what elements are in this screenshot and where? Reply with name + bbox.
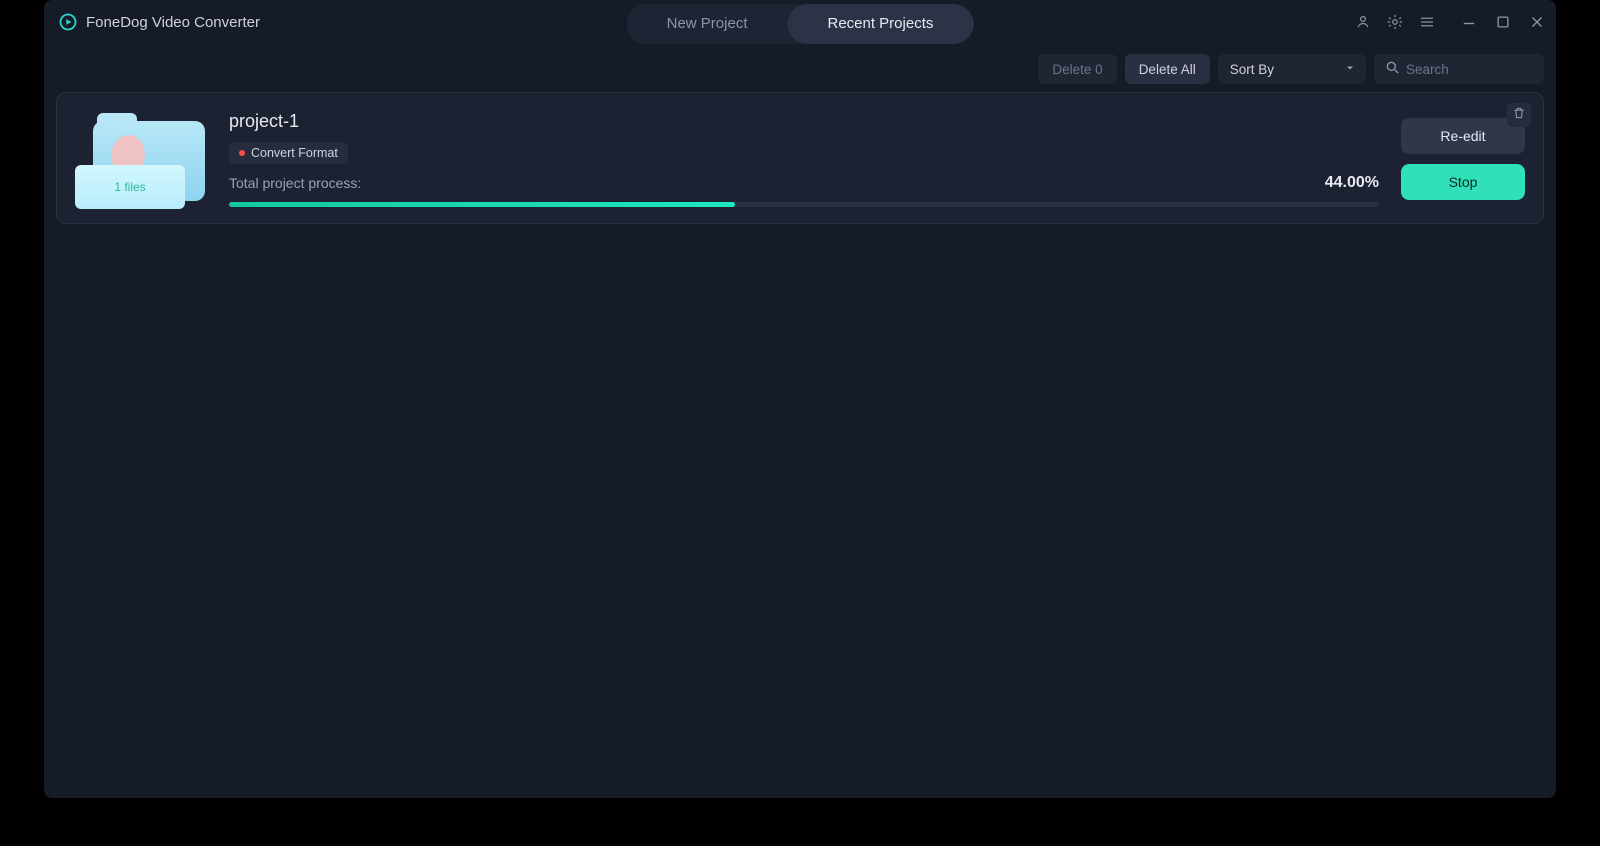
close-icon[interactable]	[1526, 11, 1548, 33]
toolbar: Delete 0 Delete All Sort By	[44, 44, 1556, 92]
trash-icon	[1512, 106, 1526, 125]
maximize-icon[interactable]	[1492, 11, 1514, 33]
progress-bar-fill	[229, 202, 735, 207]
search-icon	[1384, 59, 1400, 80]
project-thumbnail: 1 files	[75, 117, 207, 207]
search-box[interactable]	[1374, 54, 1544, 84]
gear-icon[interactable]	[1384, 11, 1406, 33]
play-circle-icon	[58, 12, 78, 32]
app-title: FoneDog Video Converter	[86, 14, 260, 31]
app-window: FoneDog Video Converter New Project Rece…	[44, 0, 1556, 798]
search-input[interactable]	[1406, 62, 1526, 77]
delete-project-button[interactable]	[1507, 103, 1531, 127]
project-tag: Convert Format	[229, 142, 348, 164]
progress-percent: 44.00%	[1325, 174, 1379, 192]
sort-by-dropdown[interactable]: Sort By	[1218, 54, 1366, 84]
status-dot-icon	[239, 150, 245, 156]
user-icon[interactable]	[1352, 11, 1374, 33]
tab-recent-projects[interactable]: Recent Projects	[787, 4, 973, 44]
titlebar-right	[1352, 11, 1548, 33]
titlebar: FoneDog Video Converter New Project Rece…	[44, 0, 1556, 44]
sort-by-label: Sort By	[1230, 62, 1274, 77]
project-name: project-1	[229, 111, 1379, 132]
project-actions: Re-edit Stop	[1401, 111, 1525, 207]
window-controls	[1458, 11, 1548, 33]
project-tag-label: Convert Format	[251, 146, 338, 160]
progress-row: Total project process: 44.00%	[229, 174, 1379, 192]
projects-list: 1 files project-1 Convert Format Total p…	[44, 92, 1556, 224]
menu-icon[interactable]	[1416, 11, 1438, 33]
progress-bar	[229, 202, 1379, 207]
project-card: 1 files project-1 Convert Format Total p…	[56, 92, 1544, 224]
progress-label: Total project process:	[229, 175, 361, 191]
titlebar-left: FoneDog Video Converter	[58, 12, 260, 32]
minimize-icon[interactable]	[1458, 11, 1480, 33]
stop-button[interactable]: Stop	[1401, 164, 1525, 200]
project-info: project-1 Convert Format Total project p…	[229, 111, 1379, 207]
files-badge: 1 files	[75, 165, 185, 209]
chevron-down-icon	[1344, 62, 1356, 77]
tab-new-project[interactable]: New Project	[627, 4, 788, 44]
delete-selected-button[interactable]: Delete 0	[1038, 54, 1116, 84]
tabs: New Project Recent Projects	[627, 4, 974, 44]
delete-all-button[interactable]: Delete All	[1125, 54, 1210, 84]
